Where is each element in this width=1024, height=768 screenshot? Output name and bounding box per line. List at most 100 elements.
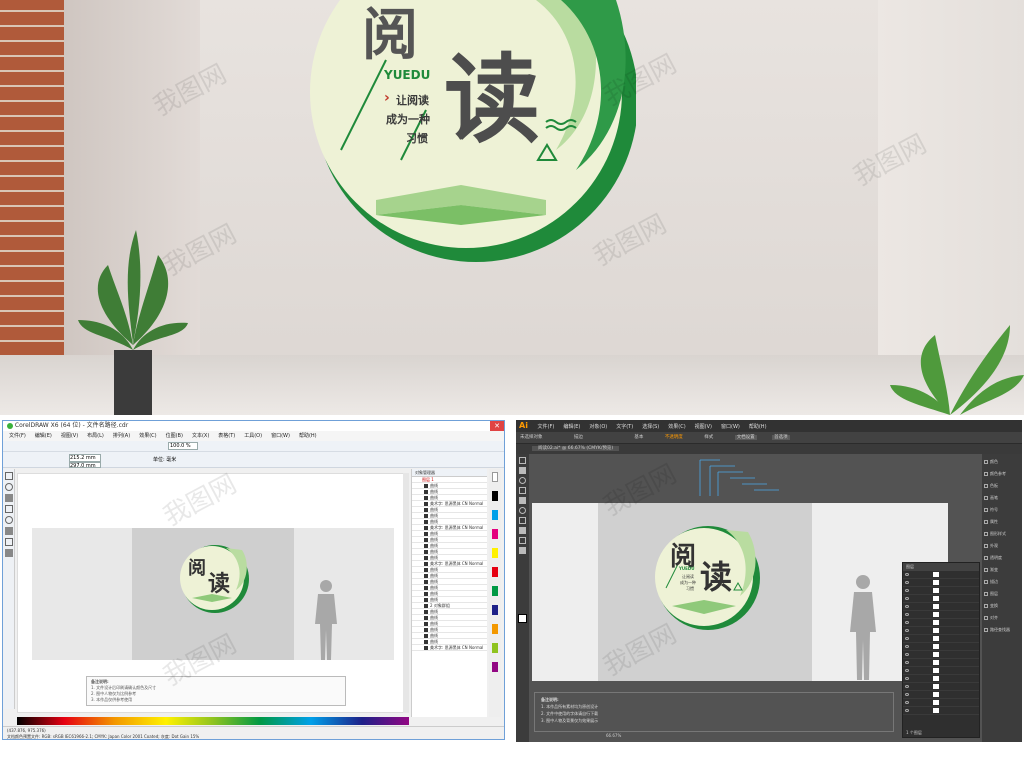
menu-item[interactable]: 位图(B)	[166, 433, 183, 439]
eye-icon[interactable]	[905, 701, 909, 704]
layer-row[interactable]	[903, 571, 979, 579]
drawing-canvas[interactable]: 阅 读 备注说明: 1. 文件设计后印刷请确认颜色及尺寸 2. 图中人物仅为比例…	[17, 473, 409, 713]
panel-item[interactable]: 颜色	[982, 456, 1022, 468]
color-swatch[interactable]	[492, 662, 498, 672]
height-field[interactable]: 297.0 mm	[69, 462, 101, 469]
color-swatch[interactable]	[492, 643, 498, 653]
close-icon[interactable]: ✕	[490, 421, 504, 431]
layer-row[interactable]	[903, 651, 979, 659]
style-label[interactable]: 样式	[704, 435, 713, 440]
menu-item[interactable]: 编辑(E)	[563, 424, 580, 430]
layer-row[interactable]	[903, 611, 979, 619]
width-field[interactable]: 215.2 mm	[69, 454, 101, 462]
layer-row[interactable]	[903, 579, 979, 587]
panel-item[interactable]: 符号	[982, 504, 1022, 516]
layer-row[interactable]	[903, 627, 979, 635]
tool-icon[interactable]	[519, 507, 526, 514]
tool-icon[interactable]	[519, 497, 526, 504]
eye-icon[interactable]	[905, 597, 909, 600]
menu-item[interactable]: 窗口(W)	[721, 424, 740, 430]
menu-item[interactable]: 文字(T)	[616, 424, 633, 430]
tool-icon[interactable]	[519, 487, 526, 494]
layers-tab[interactable]: 图层	[903, 563, 979, 571]
menu-item[interactable]: 排列(A)	[113, 433, 130, 439]
panel-item[interactable]: 对齐	[982, 612, 1022, 624]
color-swatch[interactable]	[492, 510, 498, 520]
tool-icon[interactable]	[5, 527, 13, 535]
panel-item[interactable]: 路径查找器	[982, 624, 1022, 636]
eye-icon[interactable]	[905, 645, 909, 648]
panel-item[interactable]: 颜色参考	[982, 468, 1022, 480]
eye-icon[interactable]	[905, 629, 909, 632]
panel-item[interactable]: 变换	[982, 600, 1022, 612]
panel-item[interactable]: 图层	[982, 588, 1022, 600]
tool-icon[interactable]	[519, 537, 526, 544]
eye-icon[interactable]	[905, 613, 909, 616]
menu-item[interactable]: 表格(T)	[218, 433, 235, 439]
eye-icon[interactable]	[905, 661, 909, 664]
layer-row[interactable]	[903, 643, 979, 651]
eye-icon[interactable]	[905, 677, 909, 680]
tool-icon[interactable]	[5, 549, 13, 557]
layer-row[interactable]	[903, 619, 979, 627]
menu-item[interactable]: 文件(F)	[538, 424, 555, 430]
eye-icon[interactable]	[905, 709, 909, 712]
menu-item[interactable]: 文件(F)	[9, 433, 26, 439]
panel-item[interactable]: 外观	[982, 540, 1022, 552]
menu-item[interactable]: 视图(V)	[61, 433, 78, 439]
panel-item[interactable]: 描边	[982, 576, 1022, 588]
layer-row[interactable]	[903, 699, 979, 707]
panel-item[interactable]: 图形样式	[982, 528, 1022, 540]
menu-item[interactable]: 帮助(H)	[299, 433, 317, 439]
layer-row[interactable]	[903, 595, 979, 603]
panel-item[interactable]: 属性	[982, 516, 1022, 528]
color-swatch[interactable]	[492, 605, 498, 615]
layer-row[interactable]	[903, 683, 979, 691]
layer-row[interactable]	[903, 587, 979, 595]
eye-icon[interactable]	[905, 589, 909, 592]
color-swatch[interactable]	[492, 491, 498, 501]
color-swatch[interactable]	[492, 567, 498, 577]
eye-icon[interactable]	[905, 637, 909, 640]
zoom-field[interactable]: 100.0 %	[168, 442, 198, 450]
layer-row[interactable]	[903, 707, 979, 715]
eye-icon[interactable]	[905, 685, 909, 688]
document-tab[interactable]: 阅读02.ai* @ 66.67% (CMYK/预览)	[532, 446, 620, 451]
eye-icon[interactable]	[905, 573, 909, 576]
tool-icon[interactable]	[519, 527, 526, 534]
eye-icon[interactable]	[905, 605, 909, 608]
opacity-label[interactable]: 不透明度	[665, 435, 683, 440]
zoom-level[interactable]: 66.67%	[606, 733, 621, 738]
brush-label[interactable]: 基本	[634, 435, 643, 440]
menu-item[interactable]: 效果(C)	[139, 433, 156, 439]
layer-row[interactable]	[903, 691, 979, 699]
color-swatch[interactable]	[492, 472, 498, 482]
tool-icon[interactable]	[5, 483, 13, 491]
tool-icon[interactable]	[519, 477, 526, 484]
panel-item[interactable]: 透明度	[982, 552, 1022, 564]
eye-icon[interactable]	[905, 693, 909, 696]
tool-icon[interactable]	[5, 494, 13, 502]
tool-icon[interactable]	[519, 467, 526, 474]
panel-item[interactable]: 画笔	[982, 492, 1022, 504]
panel-item[interactable]: 色板	[982, 480, 1022, 492]
color-swatch[interactable]	[492, 548, 498, 558]
stroke-label[interactable]: 描边	[574, 435, 583, 440]
menu-item[interactable]: 布局(L)	[87, 433, 104, 439]
color-swatch[interactable]	[492, 529, 498, 539]
menu-item[interactable]: 文本(X)	[192, 433, 209, 439]
layer-row[interactable]	[903, 603, 979, 611]
eye-icon[interactable]	[905, 653, 909, 656]
eye-icon[interactable]	[905, 669, 909, 672]
layer-row[interactable]	[903, 659, 979, 667]
panel-item[interactable]: 渐变	[982, 564, 1022, 576]
menu-item[interactable]: 工具(O)	[244, 433, 262, 439]
menu-item[interactable]: 帮助(H)	[749, 424, 767, 430]
color-swatch[interactable]	[492, 624, 498, 634]
menu-item[interactable]: 窗口(W)	[271, 433, 290, 439]
tool-icon[interactable]	[5, 516, 13, 524]
menu-item[interactable]: 对象(O)	[589, 424, 607, 430]
fill-stroke-icon[interactable]	[518, 614, 527, 623]
layer-row[interactable]: 美术字: 思源黑体 CN Normal	[412, 645, 487, 651]
tool-icon[interactable]	[5, 505, 13, 513]
